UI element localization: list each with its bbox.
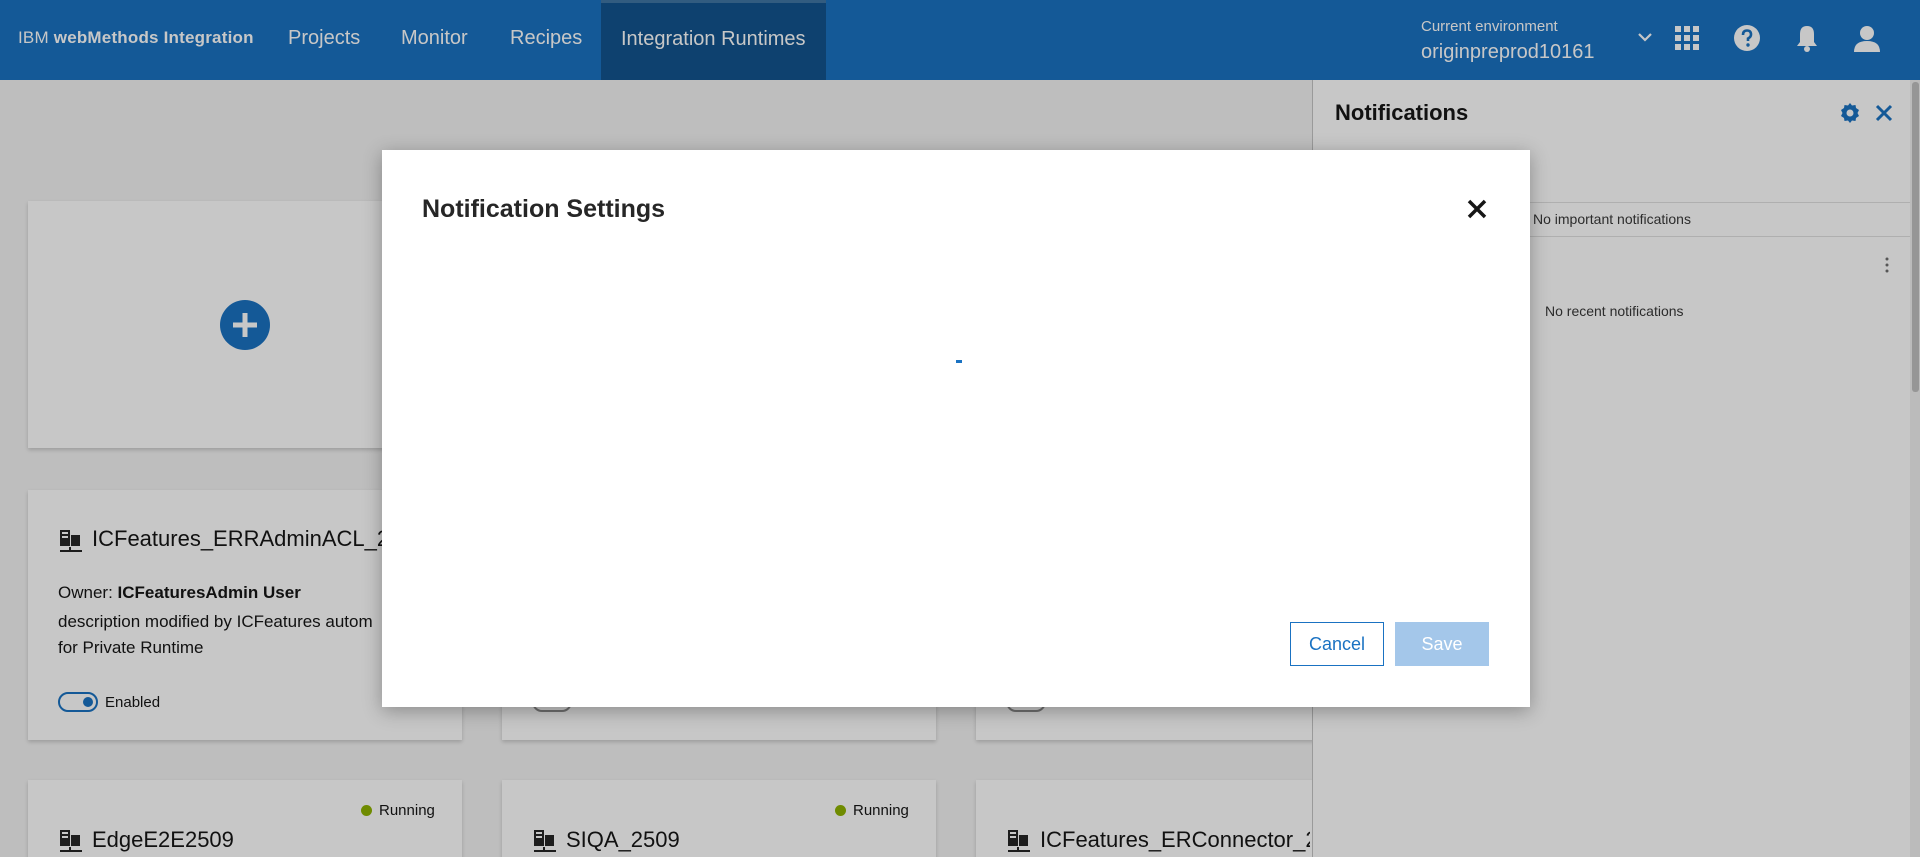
cancel-button[interactable]: Cancel [1290, 622, 1384, 666]
notification-settings-modal: Notification Settings Cancel Save [382, 150, 1530, 707]
close-icon[interactable] [1462, 194, 1492, 224]
loading-indicator [956, 360, 962, 363]
modal-title: Notification Settings [422, 195, 666, 223]
save-button[interactable]: Save [1395, 622, 1489, 666]
